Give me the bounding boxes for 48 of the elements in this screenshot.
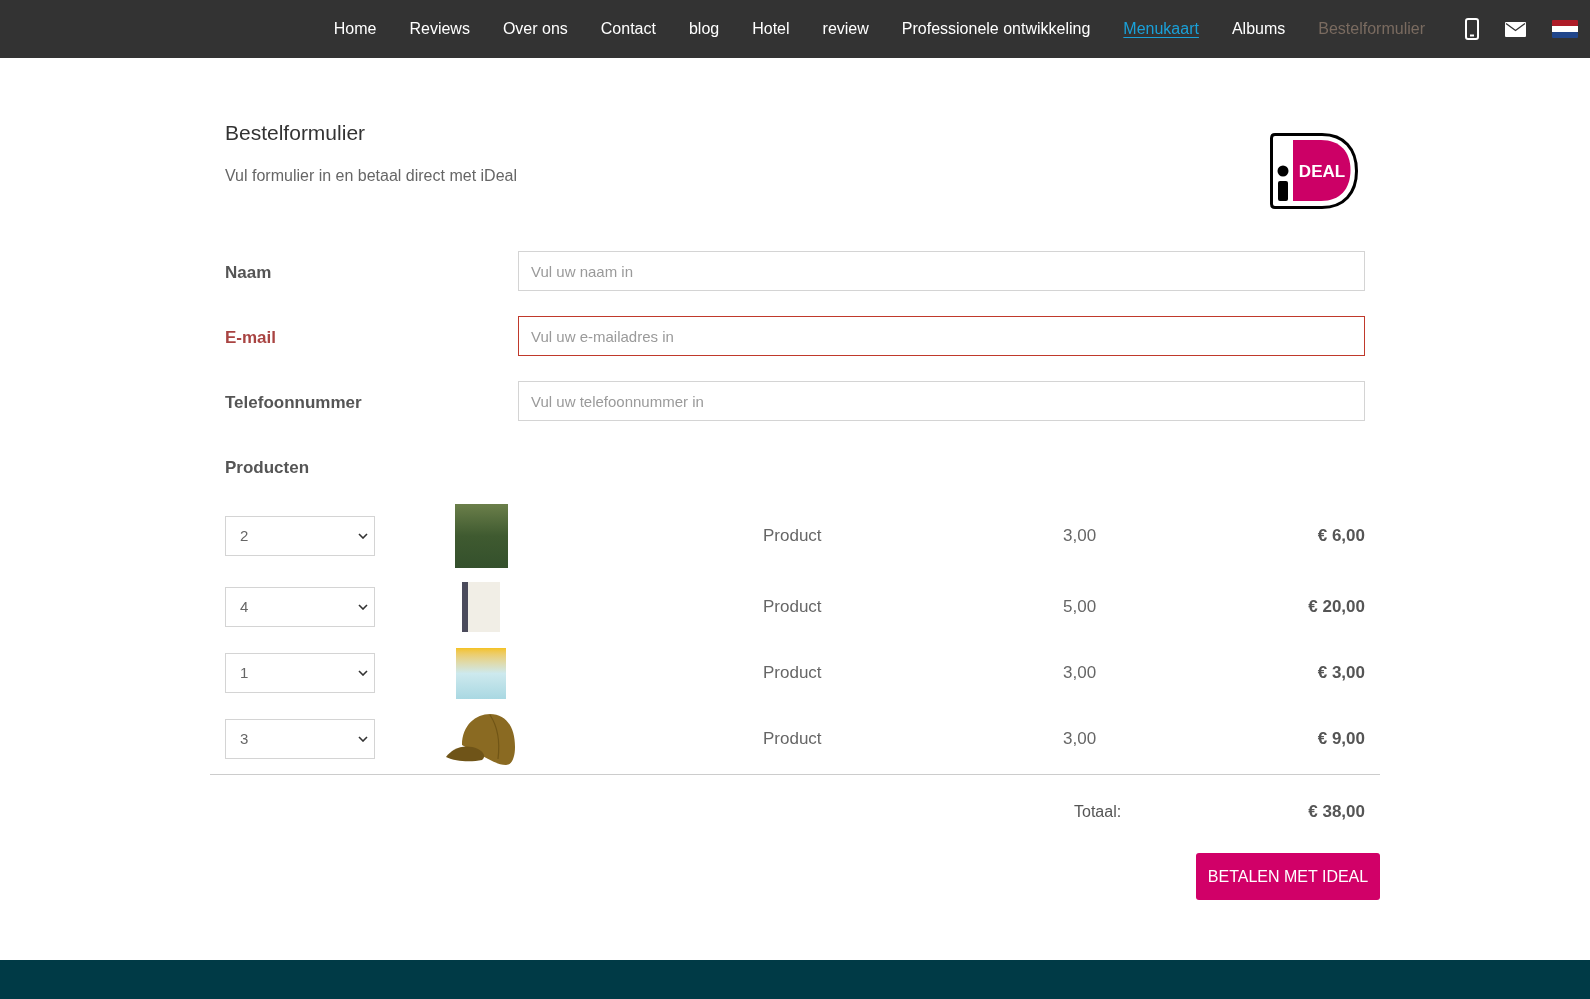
quantity-select[interactable]: 2	[225, 516, 375, 556]
quantity-select[interactable]: 4	[225, 587, 375, 627]
page-title: Bestelformulier	[225, 120, 367, 146]
nav-link[interactable]: Professionele ontwikkeling	[901, 18, 1091, 40]
photo-placeholder	[462, 582, 500, 632]
photo-placeholder	[454, 504, 508, 568]
field-label: Telefoonnummer	[225, 392, 363, 414]
pay-button[interactable]: BETALEN MET IDEAL	[1196, 853, 1380, 900]
product-name: Product	[763, 728, 823, 751]
unit-price: 3,00	[1063, 525, 1098, 548]
quantity-select[interactable]: 1	[225, 653, 375, 693]
line-total: € 3,00	[1316, 662, 1365, 685]
line-total: € 20,00	[1307, 596, 1365, 619]
field-label: Naam	[225, 262, 273, 284]
nav-link[interactable]: Albums	[1231, 18, 1286, 40]
nav-link[interactable]: Reviews	[409, 18, 470, 40]
cap-drawing	[446, 712, 516, 766]
line-total: € 9,00	[1316, 728, 1365, 751]
product-name: Product	[763, 525, 823, 548]
nav-link[interactable]: Over ons	[502, 18, 568, 40]
total-label: Totaal:	[1074, 802, 1122, 822]
field-label: E-mail	[225, 327, 278, 349]
unit-price: 3,00	[1063, 728, 1098, 751]
products-heading: Producten	[225, 457, 311, 479]
ideal-logo: DEAL	[1270, 133, 1358, 209]
page-subtitle: Vul formulier in en betaal direct met iDeal	[225, 166, 517, 186]
unit-price: 3,00	[1063, 662, 1098, 685]
line-total: € 6,00	[1316, 525, 1365, 548]
photo-placeholder	[456, 647, 506, 699]
nav-link[interactable]: Home	[333, 18, 377, 40]
product-name: Product	[763, 596, 823, 619]
unit-price: 5,00	[1063, 596, 1098, 619]
product-name: Product	[763, 662, 823, 685]
phone-icon[interactable]	[1465, 18, 1479, 40]
total-amount: € 38,00	[1307, 801, 1365, 823]
chevron-icon	[358, 670, 368, 676]
nav-link[interactable]: review	[822, 18, 869, 40]
chevron-icon	[358, 533, 368, 539]
nav-link[interactable]: Contact	[600, 18, 656, 40]
nav-link[interactable]: Menukaart	[1123, 18, 1199, 40]
quantity-select[interactable]: 3	[225, 719, 375, 759]
nav-link[interactable]: blog	[688, 18, 720, 40]
mail-icon[interactable]	[1505, 21, 1526, 37]
flag-icon[interactable]	[1552, 20, 1578, 38]
nav-link[interactable]: Hotel	[752, 18, 790, 40]
chevron-icon	[358, 736, 368, 742]
input-field[interactable]: Vul uw e-mailadres in	[518, 316, 1365, 356]
chevron-icon	[358, 604, 368, 610]
